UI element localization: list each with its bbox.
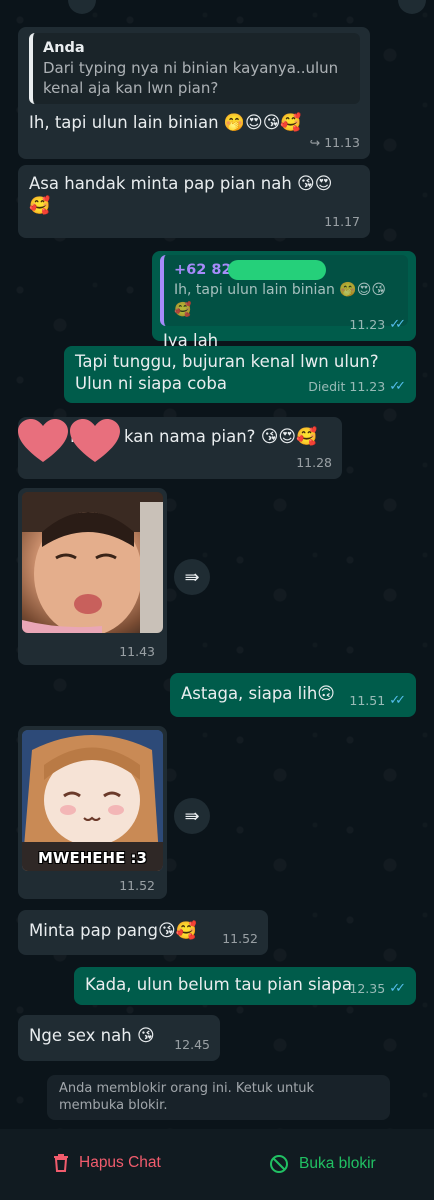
message-time: 11.43 bbox=[119, 644, 155, 659]
double-check-icon: ✓✓ bbox=[389, 981, 406, 996]
quote-text: Dari typing nya ni binian kayanya..ulun … bbox=[43, 59, 339, 97]
media-message[interactable]: MWEHEHE :3 11.52 bbox=[18, 726, 167, 899]
heart-sticker bbox=[70, 419, 120, 462]
double-check-icon: ✓✓ bbox=[389, 693, 406, 708]
message-time: 11.23 bbox=[349, 317, 386, 332]
photo[interactable] bbox=[22, 492, 163, 633]
bottom-action-bar: Hapus Chat Buka blokir bbox=[0, 1129, 434, 1200]
message-meta: 11.43 bbox=[119, 644, 155, 659]
delete-chat-label: Hapus Chat bbox=[79, 1154, 161, 1171]
quote-author: Anda bbox=[43, 40, 85, 56]
message-time: 12.45 bbox=[174, 1037, 210, 1052]
top-edge bbox=[0, 0, 434, 22]
header-button[interactable] bbox=[68, 0, 96, 14]
forwarded-icon: ↪ bbox=[309, 135, 321, 150]
photo[interactable]: MWEHEHE :3 bbox=[22, 730, 163, 871]
message-time: 12.35 bbox=[349, 981, 386, 996]
message-incoming[interactable]: Nge sex nah 😘 12.45 bbox=[18, 1015, 220, 1061]
message-meta: 12.35 ✓✓ bbox=[349, 978, 406, 1000]
message-text: Asa handak minta pap pian nah 😘😍 bbox=[29, 174, 333, 194]
message-incoming[interactable]: Anda Dari typing nya ni binian kayanya..… bbox=[18, 27, 370, 159]
double-check-icon: ✓✓ bbox=[389, 317, 406, 332]
message-meta: 11.28 bbox=[296, 452, 332, 474]
heart-sticker bbox=[18, 419, 68, 462]
message-outgoing[interactable]: Tapi tunggu, bujuran kenal lwn ulun? Ulu… bbox=[64, 346, 416, 403]
message-text: Tapi tunggu, bujuran kenal lwn ulun? bbox=[75, 352, 379, 371]
unblock-label: Buka blokir bbox=[299, 1155, 376, 1172]
message-meta: ↪ 11.13 bbox=[310, 132, 360, 154]
emoji: 😘😍 bbox=[297, 174, 333, 194]
message-time: 11.52 bbox=[222, 931, 258, 946]
trash-icon bbox=[54, 1154, 68, 1172]
block-icon bbox=[270, 1155, 288, 1173]
unblock-button[interactable]: Buka blokir bbox=[269, 1154, 376, 1174]
message-meta: Diedit 11.23 ✓✓ bbox=[308, 376, 406, 398]
photo-content bbox=[22, 492, 163, 633]
message-time: 11.23 bbox=[349, 379, 386, 394]
message-outgoing[interactable]: Astaga, siapa lih🙃 11.51 ✓✓ bbox=[170, 673, 416, 717]
emoji: 😘 bbox=[136, 1026, 155, 1046]
media-message[interactable]: 11.43 bbox=[18, 488, 167, 665]
message-incoming[interactable]: Minta pap pang😘🥰 11.52 bbox=[18, 910, 268, 955]
message-meta: 11.51 ✓✓ bbox=[349, 690, 406, 712]
image-caption: MWEHEHE :3 bbox=[38, 849, 147, 867]
message-time: 11.52 bbox=[119, 878, 155, 893]
message-outgoing[interactable]: Kada, ulun belum tau pian siapa 12.35 ✓✓ bbox=[74, 967, 416, 1005]
blocked-notice[interactable]: Anda memblokir orang ini. Ketuk untuk me… bbox=[47, 1075, 390, 1120]
edited-label: Diedit bbox=[308, 379, 346, 394]
message-time: 11.13 bbox=[324, 135, 360, 150]
message-meta: 11.52 bbox=[222, 928, 258, 950]
message-meta: 12.45 bbox=[174, 1034, 210, 1056]
emoji: 🤭😍😘🥰 bbox=[223, 113, 302, 133]
forward-icon[interactable]: ⇛ bbox=[174, 798, 210, 834]
message-incoming[interactable]: Asa handak minta pap pian nah 😘😍 🥰 11.17 bbox=[18, 165, 370, 238]
header-button[interactable] bbox=[398, 0, 426, 14]
message-text: Ih, tapi ulun lain binian 🤭😍😘🥰 bbox=[29, 113, 302, 133]
emoji: 😘😍🥰 bbox=[260, 427, 318, 447]
quoted-message[interactable]: Anda Dari typing nya ni binian kayanya..… bbox=[29, 33, 360, 104]
message-meta: 11.23 ✓✓ bbox=[349, 314, 406, 336]
message-meta: 11.52 bbox=[119, 878, 155, 893]
message-meta: 11.17 bbox=[324, 211, 360, 233]
redaction-mark bbox=[228, 260, 326, 280]
delete-chat-button[interactable]: Hapus Chat bbox=[53, 1154, 161, 1172]
emoji: 🙃 bbox=[317, 684, 336, 704]
message-time: 11.28 bbox=[296, 455, 332, 470]
double-check-icon: ✓✓ bbox=[389, 379, 406, 394]
message-time: 11.51 bbox=[349, 693, 386, 708]
forward-icon[interactable]: ⇛ bbox=[174, 559, 210, 595]
emoji: 🥰 bbox=[29, 196, 51, 216]
emoji: 😘🥰 bbox=[157, 921, 197, 941]
message-time: 11.17 bbox=[324, 214, 360, 229]
